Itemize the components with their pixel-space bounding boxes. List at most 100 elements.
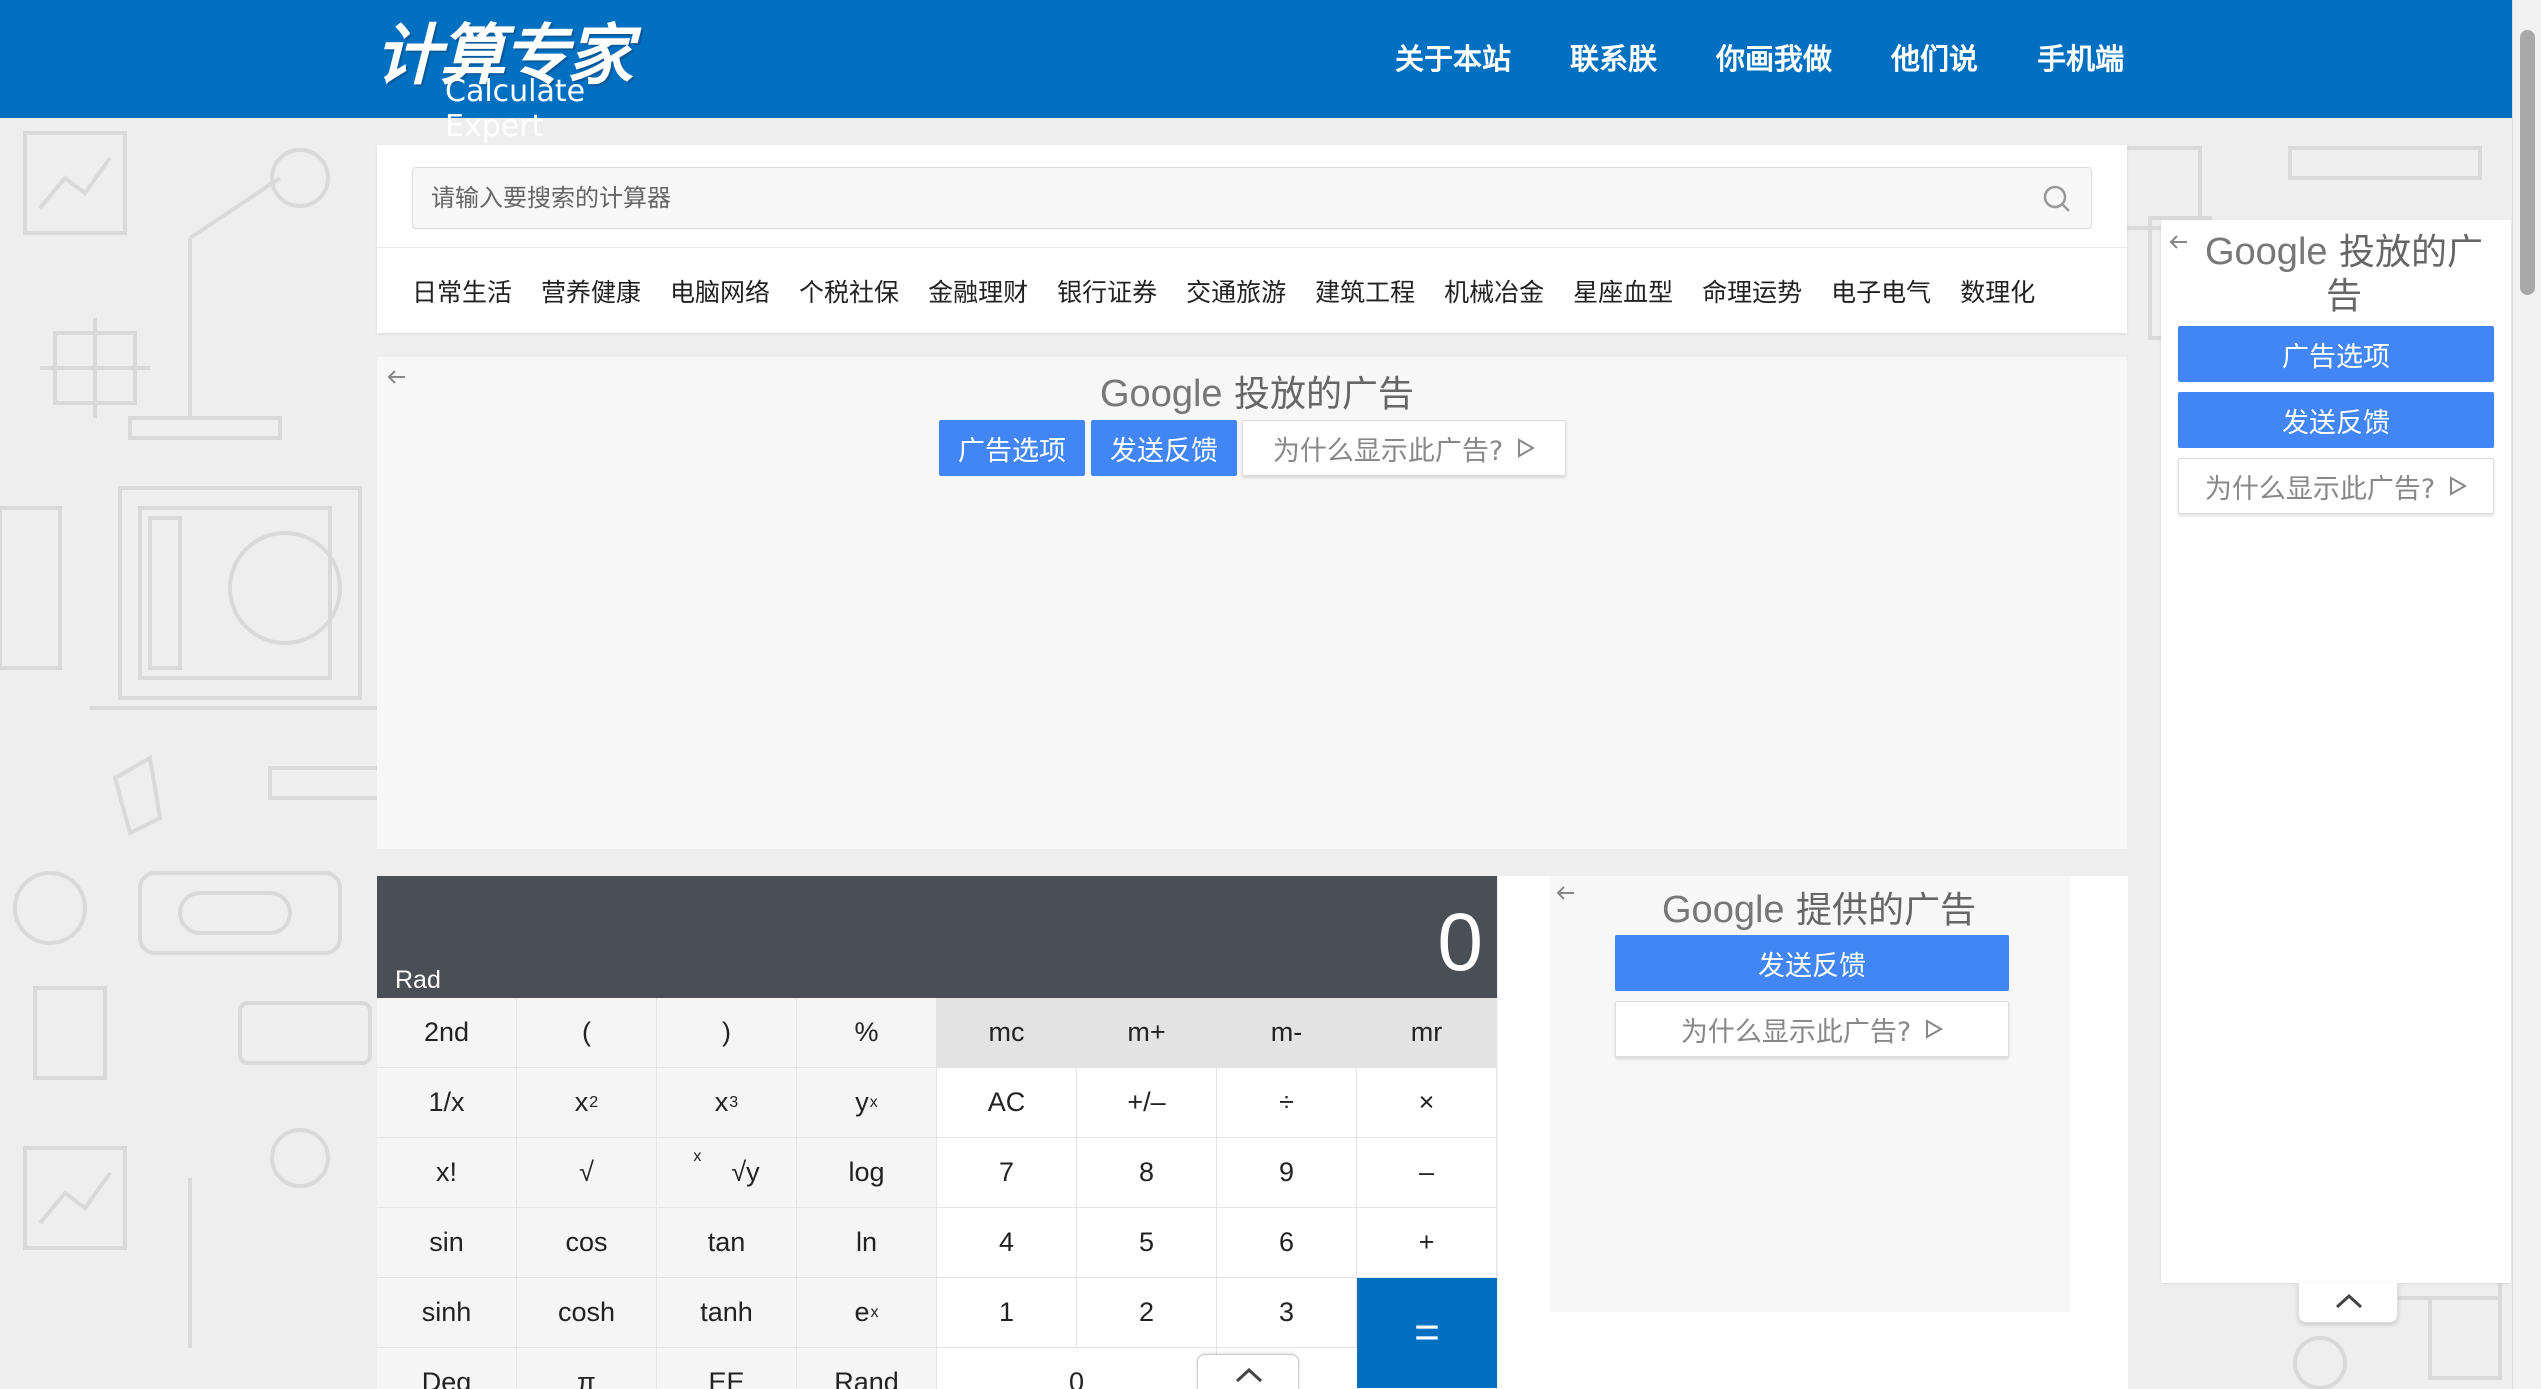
search-divider	[377, 247, 2127, 248]
key-8[interactable]: 8	[1077, 1138, 1217, 1208]
search-icon[interactable]	[2041, 183, 2073, 215]
category-computer-network[interactable]: 电脑网络	[670, 273, 770, 309]
key-exp-power: x	[870, 1303, 879, 1321]
key-1[interactable]: 1	[937, 1278, 1077, 1348]
nav-contact[interactable]: 联系朕	[1570, 36, 1657, 78]
top-navigation: 关于本站 联系朕 你画我做 他们说 手机端	[1395, 36, 2183, 78]
key-tanh[interactable]: tanh	[657, 1278, 797, 1348]
search-input[interactable]	[413, 168, 2091, 228]
key-5[interactable]: 5	[1077, 1208, 1217, 1278]
category-nutrition-health[interactable]: 营养健康	[541, 273, 641, 309]
key-right-paren[interactable]: )	[657, 998, 797, 1068]
category-electrical[interactable]: 电子电气	[1831, 273, 1931, 309]
calculator-side-ad: Google 提供的广告 发送反馈 为什么显示此广告?	[1498, 876, 2128, 1389]
key-sinh[interactable]: sinh	[377, 1278, 517, 1348]
back-arrow-icon[interactable]	[385, 365, 409, 389]
search-panel: 日常生活 营养健康 电脑网络 个税社保 金融理财 银行证券 交通旅游 建筑工程 …	[377, 145, 2127, 333]
category-finance[interactable]: 金融理财	[928, 273, 1028, 309]
scroll-up-tab[interactable]	[1197, 1354, 1299, 1389]
category-tax-social-security[interactable]: 个税社保	[799, 273, 899, 309]
key-ee[interactable]: EE	[657, 1348, 797, 1389]
category-fortune[interactable]: 命理运势	[1702, 273, 1802, 309]
ad-feedback-button[interactable]: 发送反馈	[1615, 935, 2009, 991]
key-sqrt[interactable]: √	[517, 1138, 657, 1208]
key-cube-base: x	[714, 1087, 729, 1117]
back-arrow-icon[interactable]	[2167, 230, 2191, 254]
ad-title-text: 投放的广	[2338, 232, 2483, 273]
key-power[interactable]: yx	[797, 1068, 937, 1138]
key-ln[interactable]: ln	[797, 1208, 937, 1278]
key-power-exp: x	[869, 1093, 878, 1111]
calculator-keypad: 2nd ( ) % mc m+ m- mr 1/x x2 x3 yx AC +/…	[377, 998, 1497, 1389]
key-factorial[interactable]: x!	[377, 1138, 517, 1208]
category-mechanical[interactable]: 机械冶金	[1444, 273, 1544, 309]
key-rand[interactable]: Rand	[797, 1348, 937, 1389]
key-multiply[interactable]: ×	[1357, 1068, 1497, 1138]
category-math-physics-chem[interactable]: 数理化	[1960, 273, 2035, 309]
key-9[interactable]: 9	[1217, 1138, 1357, 1208]
ad-feedback-button[interactable]: 发送反馈	[1091, 420, 1237, 476]
ad-title: Google 投放的广告	[1100, 365, 1414, 417]
key-pi[interactable]: π	[517, 1348, 657, 1389]
key-square-exp: 2	[589, 1093, 599, 1111]
key-add[interactable]: +	[1357, 1208, 1497, 1278]
ad-why-button[interactable]: 为什么显示此广告?	[2178, 458, 2494, 514]
sidebar-collapse-tab[interactable]	[2298, 1283, 2398, 1323]
key-sin[interactable]: sin	[377, 1208, 517, 1278]
nav-draw-request[interactable]: 你画我做	[1716, 36, 1832, 78]
category-travel[interactable]: 交通旅游	[1186, 273, 1286, 309]
nav-mobile[interactable]: 手机端	[2037, 36, 2124, 78]
key-memory-recall[interactable]: mr	[1357, 998, 1497, 1068]
key-2nd[interactable]: 2nd	[377, 998, 517, 1068]
top-ad-panel: Google 投放的广告 广告选项 发送反馈 为什么显示此广告?	[377, 357, 2127, 849]
category-zodiac-blood[interactable]: 星座血型	[1573, 273, 1673, 309]
key-exp-base: e	[854, 1297, 870, 1327]
key-equals[interactable]: =	[1357, 1278, 1497, 1388]
key-reciprocal[interactable]: 1/x	[377, 1068, 517, 1138]
key-all-clear[interactable]: AC	[937, 1068, 1077, 1138]
key-square[interactable]: x2	[517, 1068, 657, 1138]
key-exp[interactable]: ex	[797, 1278, 937, 1348]
key-memory-subtract[interactable]: m-	[1217, 998, 1357, 1068]
key-3[interactable]: 3	[1217, 1278, 1357, 1348]
key-nth-root[interactable]: x √y	[657, 1138, 797, 1208]
ad-why-label: 为什么显示此广告?	[1272, 435, 1504, 467]
key-divide[interactable]: ÷	[1217, 1068, 1357, 1138]
site-logo[interactable]: 计算专家 Calculate Expert	[375, 2, 675, 144]
key-4[interactable]: 4	[937, 1208, 1077, 1278]
nav-about[interactable]: 关于本站	[1395, 36, 1511, 78]
ad-options-button[interactable]: 广告选项	[939, 420, 1085, 476]
ad-title: Google 提供的广告	[1662, 881, 1976, 933]
category-construction[interactable]: 建筑工程	[1315, 273, 1415, 309]
ad-options-button[interactable]: 广告选项	[2178, 326, 2494, 382]
ad-why-button[interactable]: 为什么显示此广告?	[1615, 1001, 2009, 1057]
key-2[interactable]: 2	[1077, 1278, 1217, 1348]
key-negate[interactable]: +/–	[1077, 1068, 1217, 1138]
key-memory-add[interactable]: m+	[1077, 998, 1217, 1068]
key-memory-clear[interactable]: mc	[937, 998, 1077, 1068]
key-deg[interactable]: Deg	[377, 1348, 517, 1389]
key-cosh[interactable]: cosh	[517, 1278, 657, 1348]
nav-testimonials[interactable]: 他们说	[1891, 36, 1978, 78]
scrollbar-thumb[interactable]	[2520, 30, 2535, 295]
play-icon	[2450, 476, 2468, 496]
ad-why-button[interactable]: 为什么显示此广告?	[1242, 420, 1566, 476]
logo-english-text: Calculate Expert	[445, 74, 586, 144]
category-daily-life[interactable]: 日常生活	[412, 273, 512, 309]
key-tan[interactable]: tan	[657, 1208, 797, 1278]
key-7[interactable]: 7	[937, 1138, 1077, 1208]
ad-feedback-button[interactable]: 发送反馈	[2178, 392, 2494, 448]
key-percent[interactable]: %	[797, 998, 937, 1068]
key-subtract[interactable]: –	[1357, 1138, 1497, 1208]
google-wordmark: Google	[1100, 373, 1223, 415]
ad-title-text: 投放的广告	[1234, 374, 1415, 415]
key-cube[interactable]: x3	[657, 1068, 797, 1138]
category-banking-securities[interactable]: 银行证券	[1057, 273, 1157, 309]
key-log[interactable]: log	[797, 1138, 937, 1208]
page-scrollbar[interactable]	[2512, 0, 2541, 1389]
key-cos[interactable]: cos	[517, 1208, 657, 1278]
key-6[interactable]: 6	[1217, 1208, 1357, 1278]
key-left-paren[interactable]: (	[517, 998, 657, 1068]
key-0[interactable]: 0	[937, 1348, 1217, 1389]
back-arrow-icon[interactable]	[1554, 881, 1578, 905]
